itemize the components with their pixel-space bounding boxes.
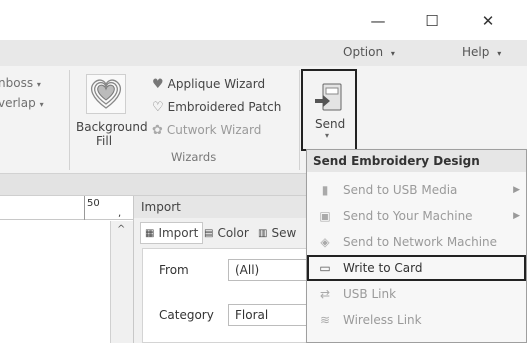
send-dropdown-menu: Send Embroidery Design ▮ Send to USB Med… xyxy=(306,149,527,343)
background-fill-label: Background xyxy=(76,120,148,134)
embroidered-patch-label: Embroidered Patch xyxy=(167,100,282,114)
menu-item-label: Wireless Link xyxy=(343,313,422,327)
tab-sew-label: Sew xyxy=(271,226,297,240)
menu-item-send-to-your-machine[interactable]: ▣ Send to Your Machine ▶ xyxy=(307,203,526,229)
tab-import-label: Import xyxy=(158,226,199,240)
tab-sew[interactable]: ▥ Sew xyxy=(254,222,300,244)
usb-link-icon: ⇄ xyxy=(319,287,331,301)
applique-wizard-button[interactable]: ♥ Applique Wizard xyxy=(152,75,265,93)
help-menu[interactable]: Help ▾ xyxy=(462,45,501,59)
send-machine-icon xyxy=(315,83,342,111)
menu-item-label: Send to Network Machine xyxy=(343,235,498,249)
cutwork-icon: ✿ xyxy=(152,122,163,138)
import-grid-icon: ▦ xyxy=(145,227,155,239)
menu-row: Option ▾ Help ▾ xyxy=(0,40,527,66)
applique-wizard-label: Applique Wizard xyxy=(167,77,266,91)
chevron-down-icon: ▾ xyxy=(39,100,44,109)
overlap-button[interactable]: verlap ▾ xyxy=(0,96,44,110)
color-bars-icon: ▤ xyxy=(204,227,214,239)
import-panel-title: Import xyxy=(141,200,181,214)
help-label: Help xyxy=(462,45,490,59)
usb-media-icon: ▮ xyxy=(321,183,329,197)
embroidered-patch-button[interactable]: ♡ Embroidered Patch xyxy=(152,98,281,116)
chevron-down-icon: ▾ xyxy=(36,80,41,89)
emboss-label: nboss xyxy=(0,76,34,90)
tab-color-label: Color xyxy=(217,226,249,240)
ruler-tick: , xyxy=(118,208,122,219)
chevron-down-icon: ▾ xyxy=(497,49,502,58)
chevron-down-icon: ▾ xyxy=(325,131,330,140)
option-menu[interactable]: Option ▾ xyxy=(343,45,395,59)
ruler-tick xyxy=(84,196,85,220)
group-separator xyxy=(299,70,300,170)
wizards-group-label: Wizards xyxy=(171,150,217,164)
menu-item-label: Send to Your Machine xyxy=(343,209,473,223)
title-bar: — ☐ ✕ xyxy=(0,0,527,40)
option-label: Option xyxy=(343,45,384,59)
send-label: Send xyxy=(315,117,346,131)
background-fill-icon xyxy=(86,74,126,114)
menu-item-send-to-usb-media[interactable]: ▮ Send to USB Media ▶ xyxy=(307,177,526,203)
category-select[interactable]: Floral xyxy=(228,304,318,326)
maximize-button[interactable]: ☐ xyxy=(412,8,452,34)
send-button[interactable]: Send ▾ xyxy=(301,69,357,151)
machine-icon: ▣ xyxy=(319,209,331,223)
menu-item-label: USB Link xyxy=(343,287,397,301)
submenu-arrow-icon: ▶ xyxy=(513,185,520,195)
heart-outline-icon: ♡ xyxy=(152,99,164,115)
background-fill-button[interactable]: Background Fill xyxy=(73,72,148,152)
tab-color[interactable]: ▤ Color xyxy=(200,222,253,244)
cutwork-wizard-button[interactable]: ✿ Cutwork Wizard xyxy=(152,121,261,139)
write-to-card-highlight xyxy=(307,255,526,281)
minimize-icon: — xyxy=(370,12,386,30)
vertical-scrollbar[interactable]: ^ xyxy=(110,221,133,343)
menu-item-send-to-network-machine[interactable]: ◈ Send to Network Machine xyxy=(307,229,526,255)
wireless-link-icon: ≋ xyxy=(319,313,331,327)
minimize-button[interactable]: — xyxy=(358,8,398,34)
ruler-tick-label: 50 xyxy=(87,198,100,209)
chevron-down-icon: ▾ xyxy=(390,49,395,58)
emboss-button[interactable]: nboss ▾ xyxy=(0,76,41,90)
from-label: From xyxy=(159,263,189,277)
ruler: 50 , xyxy=(0,196,133,220)
heart-icon: ♥ xyxy=(152,76,164,92)
overlap-label: verlap xyxy=(0,96,36,110)
scroll-up-icon[interactable]: ^ xyxy=(117,224,125,235)
send-menu-header: Send Embroidery Design xyxy=(307,150,526,172)
group-separator xyxy=(69,70,70,170)
category-label: Category xyxy=(159,308,214,322)
close-button[interactable]: ✕ xyxy=(468,8,508,34)
network-machine-icon: ◈ xyxy=(320,235,330,249)
menu-item-label: Send to USB Media xyxy=(343,183,458,197)
from-select[interactable]: (All) xyxy=(228,259,318,281)
menu-item-wireless-link[interactable]: ≋ Wireless Link xyxy=(307,307,526,333)
maximize-icon: ☐ xyxy=(425,12,439,30)
menu-item-usb-link[interactable]: ⇄ USB Link xyxy=(307,281,526,307)
tab-import[interactable]: ▦ Import xyxy=(140,222,204,244)
close-icon: ✕ xyxy=(481,12,495,30)
cutwork-wizard-label: Cutwork Wizard xyxy=(166,123,262,137)
background-fill-label-2: Fill xyxy=(96,134,113,148)
submenu-arrow-icon: ▶ xyxy=(513,211,520,221)
sew-icon: ▥ xyxy=(258,227,268,239)
